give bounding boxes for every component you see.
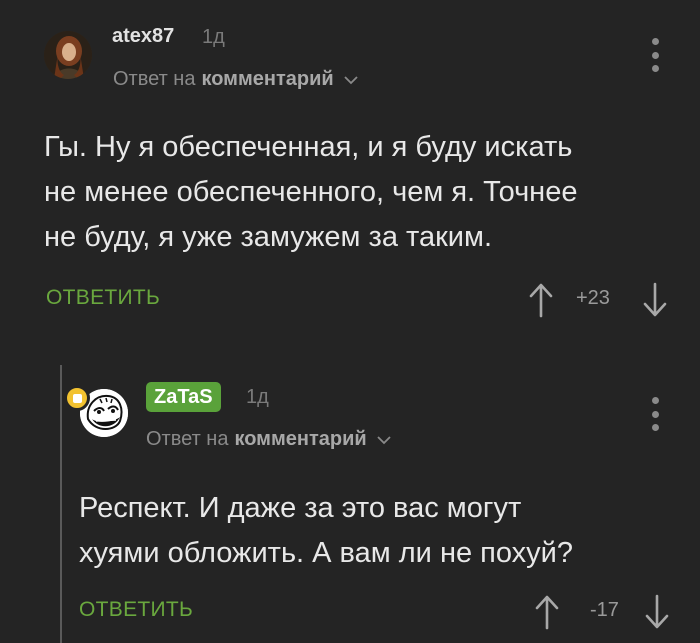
user-avatar[interactable]	[44, 31, 92, 79]
comment-line: Респект. И даже за это вас могут	[79, 492, 522, 524]
comment-body: Гы. Ну я обеспеченная, и я буду искать н…	[44, 125, 684, 260]
more-vertical-icon[interactable]	[650, 397, 660, 431]
more-vertical-icon[interactable]	[650, 38, 660, 72]
score-wrap: -17	[590, 599, 619, 622]
comment-author[interactable]: atex87	[112, 25, 174, 48]
chevron-down-icon	[344, 75, 358, 84]
reply-to-target: комментарий	[201, 68, 334, 90]
reply-button[interactable]: ОТВЕТИТЬ	[79, 598, 193, 622]
downvote-wrap	[644, 594, 670, 630]
comments-page: atex87 1д Ответ на комментарий Гы. Ну я …	[0, 0, 700, 643]
comment-time: 1д	[246, 386, 269, 408]
reply-button[interactable]: ОТВЕТИТЬ	[46, 286, 160, 310]
reply-to-prefix: Ответ на	[146, 428, 229, 450]
arrow-up-icon[interactable]	[528, 282, 554, 318]
comment-score: -17	[590, 599, 619, 621]
arrow-down-icon[interactable]	[644, 594, 670, 630]
comment-score: +23	[576, 287, 610, 309]
comment-body: Респект. И даже за это вас могут хуями о…	[79, 486, 679, 576]
comment-line: не буду, я уже замужем за таким.	[44, 221, 492, 253]
reply-to-link[interactable]: Ответ на комментарий	[113, 68, 358, 91]
downvote-wrap	[642, 282, 668, 318]
comment-line: хуями обложить. А вам ли не похуй?	[79, 537, 573, 569]
reply-to-target: комментарий	[234, 428, 367, 450]
reply-to-prefix: Ответ на	[113, 68, 196, 90]
comment-line: Гы. Ну я обеспеченная, и я буду искать	[44, 131, 573, 163]
arrow-down-icon[interactable]	[642, 282, 668, 318]
comment-line: не менее обеспеченного, чем я. Точнее	[44, 176, 578, 208]
vote-controls	[528, 282, 554, 318]
comment-author[interactable]: ZaTaS	[146, 382, 221, 412]
thread-line	[60, 365, 62, 643]
document-badge-icon	[64, 385, 90, 411]
reply-to-link[interactable]: Ответ на комментарий	[146, 428, 391, 451]
score-wrap: +23	[576, 287, 610, 310]
upvote-wrap	[534, 594, 560, 630]
chevron-down-icon	[377, 435, 391, 444]
comment-time: 1д	[202, 26, 225, 48]
portrait-image	[44, 31, 92, 79]
arrow-up-icon[interactable]	[534, 594, 560, 630]
